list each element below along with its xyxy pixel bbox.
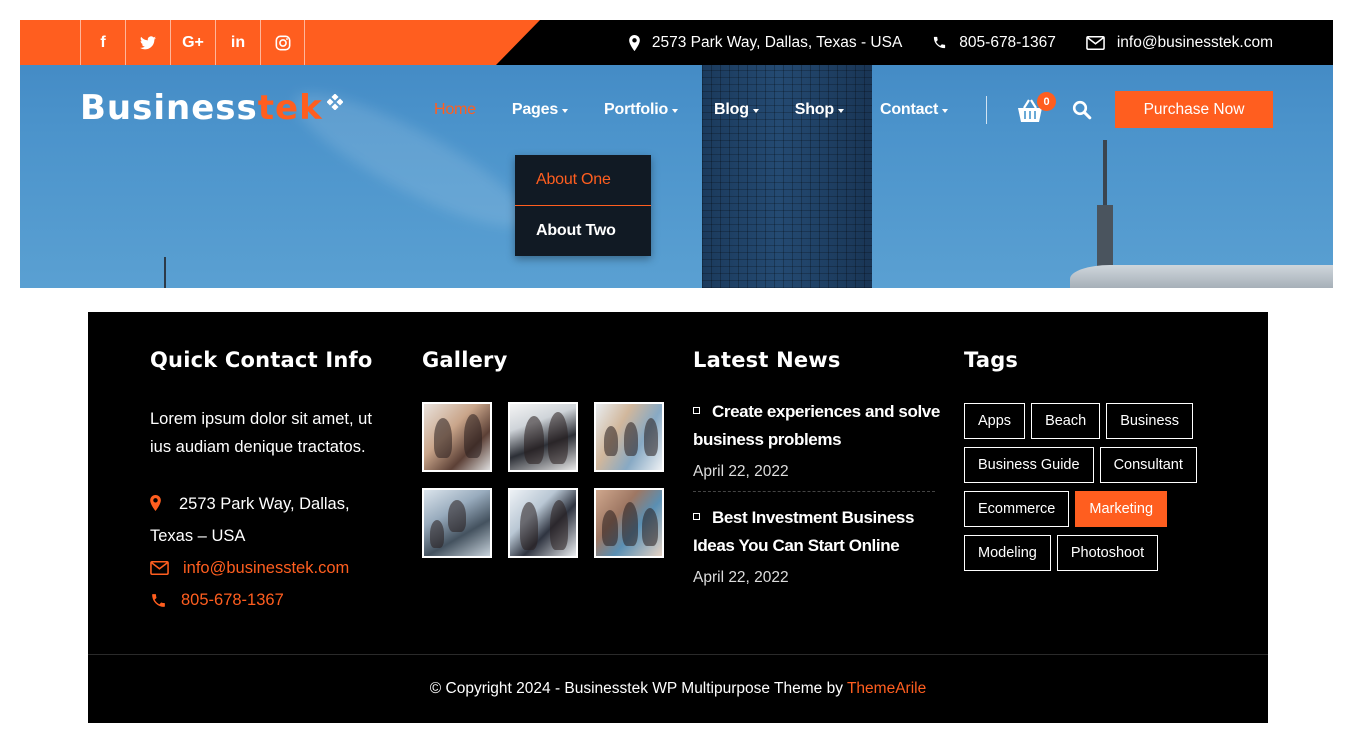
footer-news-title: Latest News <box>693 348 841 372</box>
tag-consultant[interactable]: Consultant <box>1099 447 1197 483</box>
footer-contact-desc: Lorem ipsum dolor sit amet, ut ius audia… <box>150 410 372 456</box>
footer-contact-title: Quick Contact Info <box>150 348 373 372</box>
logo-text-accent: tek <box>257 88 323 128</box>
news-item-date: April 22, 2022 <box>693 569 789 586</box>
square-bullet-icon <box>693 513 700 520</box>
footer-gallery-title: Gallery <box>422 348 508 372</box>
copyright-bar: © Copyright 2024 - Businesstek WP Multip… <box>88 654 1268 723</box>
nav-divider <box>986 96 987 124</box>
news-divider <box>693 491 935 492</box>
phone-icon <box>152 593 165 607</box>
map-pin-icon <box>150 495 161 511</box>
nav-blog[interactable]: Blog <box>714 101 759 119</box>
tag-modeling[interactable]: Modeling <box>964 535 1051 571</box>
footer-phone-link[interactable]: 805-678-1367 <box>150 584 390 616</box>
tag-cloud: Apps Beach Business Business Guide Consu… <box>964 403 1204 571</box>
footer-gallery-column: Gallery <box>422 348 672 558</box>
gallery-thumb[interactable] <box>422 488 492 558</box>
top-contact: 2573 Park Way, Dallas, Texas - USA 805-6… <box>629 20 1273 65</box>
caret-down-icon <box>562 109 569 113</box>
nav-contact[interactable]: Contact <box>880 101 949 119</box>
map-pin-icon <box>629 34 640 51</box>
news-item: Create experiences and solve business pr… <box>693 398 943 481</box>
site-logo[interactable]: Businesstek <box>80 88 343 128</box>
tag-business-guide[interactable]: Business Guide <box>964 447 1094 483</box>
top-phone[interactable]: 805-678-1367 <box>932 34 1056 52</box>
gallery-thumb[interactable] <box>422 402 492 472</box>
copyright-brand-link[interactable]: ThemeArile <box>847 680 926 698</box>
news-item-title[interactable]: Best Investment Business Ideas You Can S… <box>693 508 914 555</box>
tag-beach[interactable]: Beach <box>1031 403 1101 439</box>
top-bar: f G+ in 2573 Park Way, Dallas, Texas - U… <box>20 20 1333 65</box>
gallery-thumb[interactable] <box>508 402 578 472</box>
footer-email-link[interactable]: info@businesstek.com <box>150 552 390 584</box>
site-footer: Quick Contact Info Lorem ipsum dolor sit… <box>88 312 1268 723</box>
phone-icon <box>934 36 946 49</box>
news-item-date: April 22, 2022 <box>693 463 789 480</box>
dropdown-item-about-two[interactable]: About Two <box>515 206 651 256</box>
facebook-icon[interactable]: f <box>80 20 125 65</box>
tag-photoshoot[interactable]: Photoshoot <box>1056 535 1159 571</box>
envelope-icon <box>1085 35 1105 50</box>
nav-portfolio[interactable]: Portfolio <box>604 101 679 119</box>
gallery-thumb[interactable] <box>508 488 578 558</box>
nav-home[interactable]: Home <box>434 101 476 119</box>
site-header: f G+ in 2573 Park Way, Dallas, Texas - U… <box>20 20 1333 288</box>
social-links: f G+ in <box>80 20 305 65</box>
dropdown-item-about-one[interactable]: About One <box>515 155 651 206</box>
gallery-thumb[interactable] <box>594 402 664 472</box>
main-nav: Home Pages Portfolio Blog Shop Contact <box>434 90 984 130</box>
footer-address: 2573 Park Way, Dallas, Texas – USA <box>150 495 350 545</box>
pages-dropdown-menu: About One About Two <box>515 155 651 256</box>
purchase-now-button[interactable]: Purchase Now <box>1115 91 1273 128</box>
news-item-title[interactable]: Create experiences and solve business pr… <box>693 402 940 449</box>
search-icon[interactable] <box>1072 100 1092 120</box>
caret-down-icon <box>752 109 759 113</box>
top-address: 2573 Park Way, Dallas, Texas - USA <box>629 34 902 52</box>
footer-tags-title: Tags <box>964 348 1019 372</box>
gallery-grid <box>422 402 672 558</box>
hero-building <box>1070 265 1333 288</box>
news-item: Best Investment Business Ideas You Can S… <box>693 504 943 587</box>
footer-contact-column: Quick Contact Info Lorem ipsum dolor sit… <box>150 348 390 616</box>
instagram-icon[interactable] <box>260 20 305 65</box>
top-email-text: info@businesstek.com <box>1116 33 1273 51</box>
square-bullet-icon <box>693 407 700 414</box>
tag-marketing[interactable]: Marketing <box>1075 491 1168 527</box>
footer-news-column: Latest News Create experiences and solve… <box>693 348 943 587</box>
google-plus-icon[interactable]: G+ <box>170 20 215 65</box>
nav-shop[interactable]: Shop <box>795 101 844 119</box>
copyright-text: © Copyright 2024 - Businesstek WP Multip… <box>429 680 843 697</box>
cart-count-badge: 0 <box>1037 92 1056 111</box>
gallery-thumb[interactable] <box>594 488 664 558</box>
caret-down-icon <box>837 109 844 113</box>
footer-tags-column: Tags Apps Beach Business Business Guide … <box>964 348 1214 571</box>
caret-down-icon <box>942 109 949 113</box>
top-email[interactable]: info@businesstek.com <box>1085 33 1273 52</box>
caret-down-icon <box>672 109 679 113</box>
linkedin-icon[interactable]: in <box>215 20 260 65</box>
twitter-icon[interactable] <box>125 20 170 65</box>
nav-pages[interactable]: Pages <box>512 101 569 119</box>
top-address-text: 2573 Park Way, Dallas, Texas - USA <box>651 33 903 51</box>
tag-business[interactable]: Business <box>1106 403 1194 439</box>
logo-diamond-icon <box>326 94 343 110</box>
envelope-icon <box>150 561 169 575</box>
logo-text-main: Business <box>80 88 258 128</box>
tag-ecommerce[interactable]: Ecommerce <box>964 491 1070 527</box>
top-phone-text: 805-678-1367 <box>959 33 1056 51</box>
tag-apps[interactable]: Apps <box>964 403 1026 439</box>
